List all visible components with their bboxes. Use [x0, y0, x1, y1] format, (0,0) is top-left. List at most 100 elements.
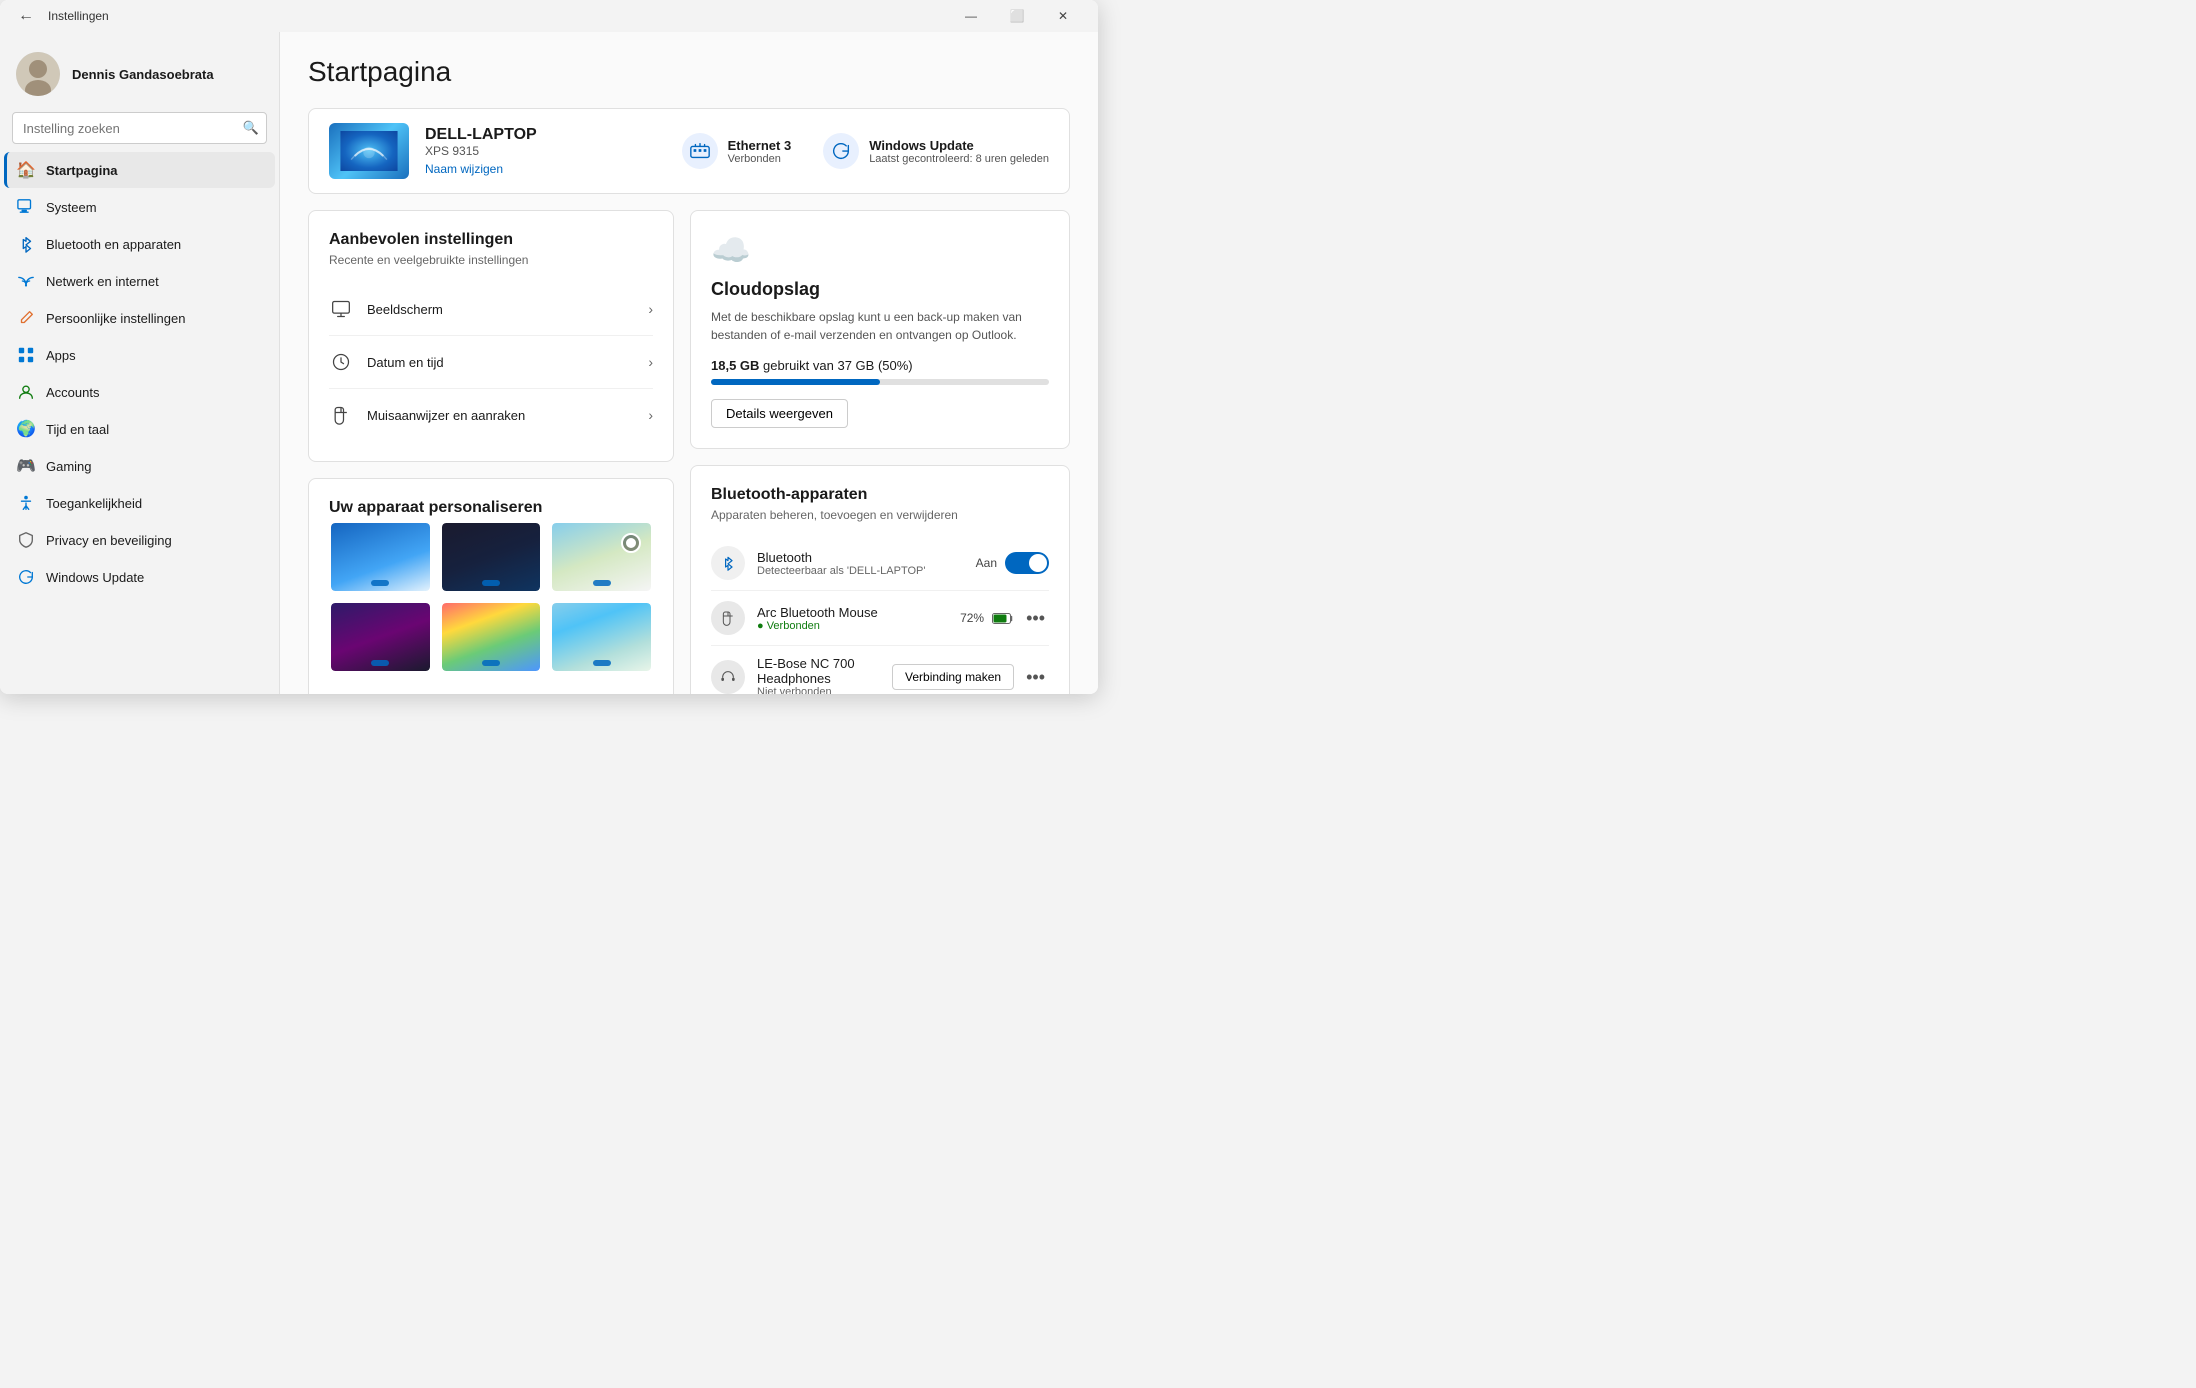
bluetooth-device-icon — [711, 546, 745, 580]
item-label: Muisaanwijzer en aanraken — [367, 408, 634, 423]
sidebar-item-accounts[interactable]: Accounts — [4, 374, 275, 410]
titlebar: ← Instellingen — ⬜ ✕ — [0, 0, 1098, 32]
personalize-title: Uw apparaat personaliseren — [329, 499, 653, 517]
sidebar-item-label: Startpagina — [46, 163, 118, 178]
sidebar-item-startpagina[interactable]: 🏠 Startpagina — [4, 152, 275, 188]
sidebar-item-privacy[interactable]: Privacy en beveiliging — [4, 522, 275, 558]
ethernet-icon — [682, 133, 718, 169]
bt-info-mouse: Arc Bluetooth Mouse ● Verbonden — [757, 605, 948, 632]
back-button[interactable]: ← — [12, 2, 40, 30]
settings-item-muis[interactable]: Muisaanwijzer en aanraken › — [329, 389, 653, 441]
settings-list: Beeldscherm › Datum en tijd › — [329, 283, 653, 441]
headphone-more-button[interactable]: ••• — [1022, 665, 1049, 690]
sidebar-item-apps[interactable]: Apps — [4, 337, 275, 373]
theme-nature[interactable] — [550, 521, 653, 593]
bt-status: Detecteerbaar als 'DELL-LAPTOP' — [757, 565, 964, 577]
battery-icon — [992, 613, 1014, 624]
time-icon: 🌍 — [16, 419, 36, 439]
sidebar-item-windows-update[interactable]: Windows Update — [4, 559, 275, 595]
bluetooth-title: Bluetooth-apparaten — [711, 486, 1049, 504]
update-icon — [823, 133, 859, 169]
system-icon — [16, 197, 36, 217]
device-name: DELL-LAPTOP — [425, 126, 666, 144]
sidebar-user: Dennis Gandasoebrata — [0, 40, 279, 112]
windows-update-icon — [16, 567, 36, 587]
bt-info-headphones: LE-Bose NC 700 Headphones Niet verbonden — [757, 656, 880, 694]
theme-purple[interactable] — [329, 601, 432, 673]
close-button[interactable]: ✕ — [1040, 0, 1086, 32]
main-content: Startpagina — [280, 32, 1098, 694]
cloud-desc: Met de beschikbare opslag kunt u een bac… — [711, 308, 1049, 344]
device-info: DELL-LAPTOP XPS 9315 Naam wijzigen — [425, 126, 666, 176]
device-status: Ethernet 3 Verbonden Windows Update Laat… — [682, 133, 1049, 169]
accounts-icon — [16, 382, 36, 402]
sidebar-item-label: Bluetooth en apparaten — [46, 237, 181, 252]
cloud-details-button[interactable]: Details weergeven — [711, 399, 848, 428]
settings-item-beeldscherm[interactable]: Beeldscherm › — [329, 283, 653, 336]
theme-dark[interactable] — [440, 521, 543, 593]
theme-colorful[interactable] — [440, 601, 543, 673]
theme-indicator — [371, 660, 389, 666]
page-title: Startpagina — [308, 56, 1070, 88]
sidebar: Dennis Gandasoebrata 🔍 🏠 Startpagina Sys… — [0, 32, 280, 694]
sidebar-item-label: Windows Update — [46, 570, 144, 585]
bt-item-headphones: LE-Bose NC 700 Headphones Niet verbonden… — [711, 646, 1049, 694]
sidebar-item-toegankelijkheid[interactable]: Toegankelijkheid — [4, 485, 275, 521]
sidebar-item-netwerk[interactable]: Netwerk en internet — [4, 263, 275, 299]
mouse-device-icon — [711, 601, 745, 635]
bt-right-bluetooth: Aan — [976, 552, 1049, 574]
bluetooth-card: Bluetooth-apparaten Apparaten beheren, t… — [690, 465, 1070, 694]
network-icon — [16, 271, 36, 291]
bt-info-bluetooth: Bluetooth Detecteerbaar als 'DELL-LAPTOP… — [757, 550, 964, 577]
bt-status: ● Verbonden — [757, 620, 948, 632]
item-label: Datum en tijd — [367, 355, 634, 370]
display-icon — [329, 297, 353, 321]
recommended-title: Aanbevolen instellingen — [329, 231, 653, 249]
theme-indicator — [593, 660, 611, 666]
arrow-icon: › — [648, 407, 653, 423]
mouse-icon — [329, 403, 353, 427]
bluetooth-icon — [16, 234, 36, 254]
bt-right-mouse: 72% ••• — [960, 606, 1049, 631]
sidebar-item-label: Persoonlijke instellingen — [46, 311, 185, 326]
ethernet-label: Ethernet 3 — [728, 138, 792, 153]
storage-bar — [711, 379, 1049, 385]
sidebar-item-persoonlijk[interactable]: Persoonlijke instellingen — [4, 300, 275, 336]
bt-right-headphones: Verbinding maken ••• — [892, 664, 1049, 690]
color-mode-row: Kleurmodus Licht Donker Aangepast — [329, 689, 653, 694]
maximize-button[interactable]: ⬜ — [994, 0, 1040, 32]
sidebar-item-gaming[interactable]: 🎮 Gaming — [4, 448, 275, 484]
search-input[interactable] — [12, 112, 267, 144]
sidebar-item-tijd[interactable]: 🌍 Tijd en taal — [4, 411, 275, 447]
device-banner: DELL-LAPTOP XPS 9315 Naam wijzigen Ether… — [308, 108, 1070, 194]
sidebar-nav: 🏠 Startpagina Systeem Bluetooth en appar… — [0, 152, 279, 595]
theme-indicator — [371, 580, 389, 586]
bluetooth-toggle[interactable] — [1005, 552, 1049, 574]
content-grid: Aanbevolen instellingen Recente en veelg… — [308, 210, 1070, 694]
settings-item-datum[interactable]: Datum en tijd › — [329, 336, 653, 389]
theme-coastal[interactable] — [550, 601, 653, 673]
mouse-more-button[interactable]: ••• — [1022, 606, 1049, 631]
theme-blue[interactable] — [329, 521, 432, 593]
connect-button[interactable]: Verbinding maken — [892, 664, 1014, 690]
personalize-icon — [16, 308, 36, 328]
privacy-icon — [16, 530, 36, 550]
bt-connected-label: Verbonden — [767, 620, 820, 632]
headphone-device-icon — [711, 660, 745, 694]
personalize-card: Uw apparaat personaliseren — [308, 478, 674, 694]
ethernet-status: Ethernet 3 Verbonden — [682, 133, 792, 169]
storage-details: gebruikt van 37 GB (50%) — [763, 358, 913, 373]
sidebar-item-label: Accounts — [46, 385, 99, 400]
device-rename-link[interactable]: Naam wijzigen — [425, 162, 503, 176]
minimize-button[interactable]: — — [948, 0, 994, 32]
sidebar-item-bluetooth[interactable]: Bluetooth en apparaten — [4, 226, 275, 262]
ethernet-info: Ethernet 3 Verbonden — [728, 138, 792, 165]
sidebar-item-label: Apps — [46, 348, 76, 363]
sidebar-item-label: Tijd en taal — [46, 422, 109, 437]
sidebar-search[interactable]: 🔍 — [12, 112, 267, 144]
device-model: XPS 9315 — [425, 144, 666, 158]
item-label: Beeldscherm — [367, 302, 634, 317]
sidebar-item-systeem[interactable]: Systeem — [4, 189, 275, 225]
right-column: ☁️ Cloudopslag Met de beschikbare opslag… — [690, 210, 1070, 694]
cloud-icon: ☁️ — [711, 231, 1049, 269]
